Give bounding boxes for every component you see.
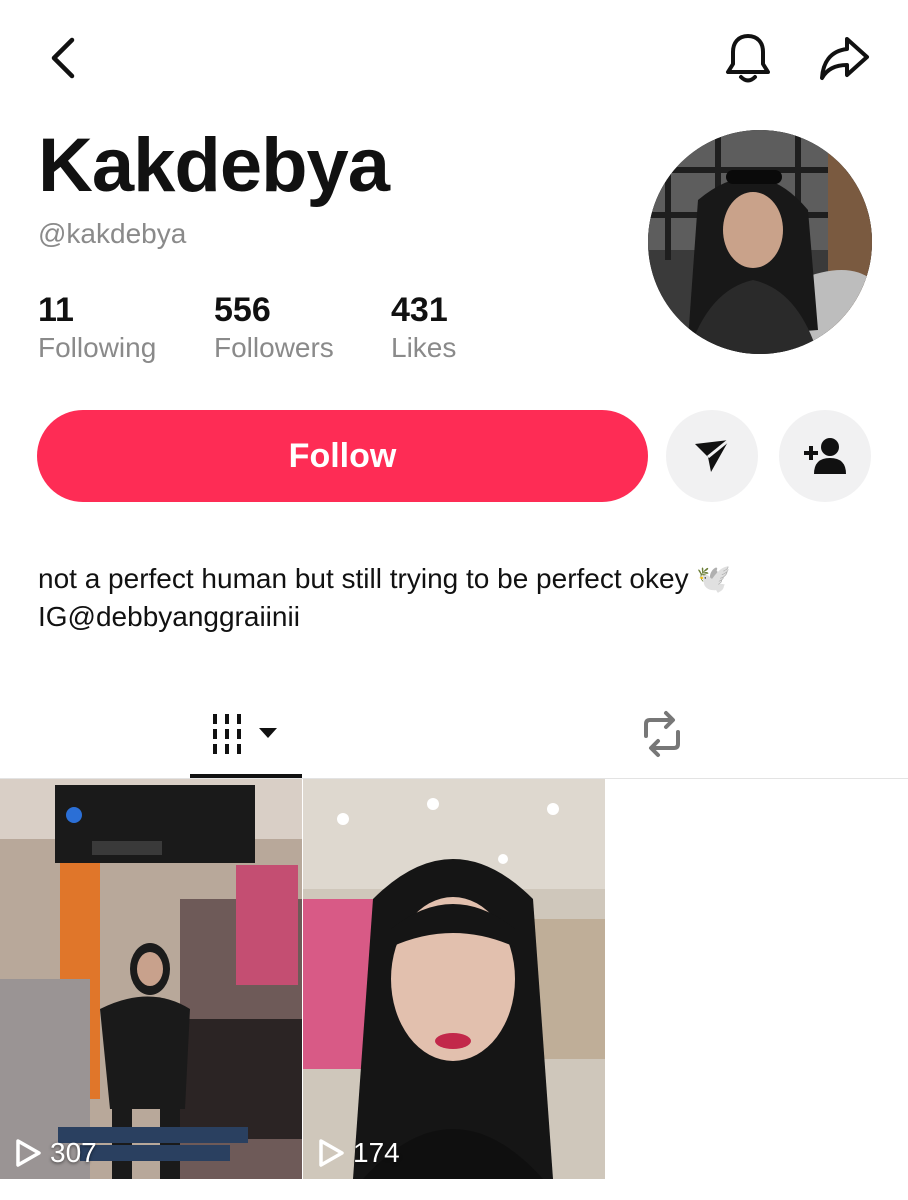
view-count-text: 174 — [353, 1137, 400, 1168]
profile-display-name: Kakdebya — [38, 123, 390, 208]
followers-label: Followers — [214, 332, 334, 363]
back-button[interactable] — [34, 30, 90, 86]
avatar[interactable] — [648, 130, 872, 354]
profile-username: @kakdebya — [38, 218, 187, 249]
likes-count: 431 — [391, 291, 448, 329]
message-button[interactable] — [666, 410, 758, 502]
grid-videos-icon — [213, 714, 277, 754]
follow-button[interactable]: Follow — [37, 410, 648, 502]
bio-instagram-link: IG@debbyanggraiinii — [38, 601, 300, 632]
view-count-text: 307 — [50, 1137, 97, 1168]
video-thumbnail-image — [303, 779, 605, 1179]
back-chevron-icon — [51, 37, 75, 79]
share-button[interactable] — [812, 28, 876, 88]
content-tabs — [0, 690, 908, 779]
tab-videos[interactable] — [190, 690, 302, 778]
profile-bio: not a perfect human but still trying to … — [38, 560, 878, 636]
followers-count: 556 — [214, 291, 271, 329]
video-thumbnail[interactable]: 307 — [0, 779, 302, 1179]
following-count: 11 — [38, 291, 74, 329]
view-count: 174 — [317, 1137, 400, 1169]
notification-button[interactable] — [718, 28, 778, 88]
add-person-icon — [804, 438, 846, 474]
top-bar — [0, 0, 908, 120]
avatar-image — [648, 130, 872, 354]
following-stat[interactable]: 11 Following — [38, 290, 156, 366]
tab-reposts[interactable] — [600, 690, 724, 778]
send-icon — [695, 438, 730, 472]
likes-stat: 431 Likes — [391, 290, 456, 366]
video-grid: 307 174 — [0, 779, 908, 1200]
play-icon — [16, 1139, 41, 1167]
add-friend-button[interactable] — [779, 410, 871, 502]
play-icon — [319, 1139, 344, 1167]
followers-stat[interactable]: 556 Followers — [214, 290, 334, 366]
video-thumbnail-image — [0, 779, 302, 1179]
likes-label: Likes — [391, 332, 457, 363]
share-icon — [820, 37, 869, 80]
active-tab-indicator — [190, 774, 302, 778]
bell-icon — [726, 34, 770, 83]
view-count: 307 — [14, 1137, 97, 1169]
repost-icon — [644, 711, 680, 757]
video-thumbnail[interactable]: 174 — [303, 779, 605, 1179]
following-label: Following — [38, 332, 157, 363]
bio-line: not a perfect human but still trying to … — [38, 563, 732, 594]
